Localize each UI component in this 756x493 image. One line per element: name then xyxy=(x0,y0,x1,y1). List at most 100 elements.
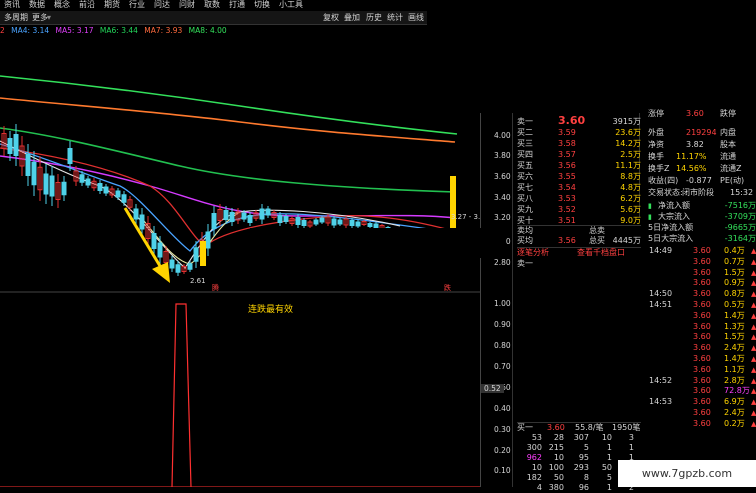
menu-item-frontier[interactable]: 前沿 xyxy=(75,0,100,10)
trade-price: 3.60 xyxy=(693,375,711,385)
menu-item-industry[interactable]: 行业 xyxy=(125,0,150,10)
volume-cell: 10 xyxy=(553,453,564,462)
volume-cell: 100 xyxy=(548,463,564,472)
trade-time: 14:52 xyxy=(649,375,673,385)
volume-cell: 96 xyxy=(578,483,589,492)
candle-body xyxy=(277,215,283,223)
depth-view-link[interactable]: 查看千档盘口 xyxy=(577,248,625,258)
candle-body xyxy=(229,212,235,222)
menu-item-concept[interactable]: 概念 xyxy=(50,0,75,10)
low-price-label: 2.61 xyxy=(190,277,206,285)
price-tick: 3.60 xyxy=(494,172,511,181)
candle-body xyxy=(313,219,319,225)
trade-row: 3.60 1.5万 ▲ xyxy=(649,268,756,278)
candle-body xyxy=(265,208,271,216)
stat-row: 收益(四) -0.877 PE(动) xyxy=(648,176,745,185)
overlay-button[interactable]: 叠加 xyxy=(344,12,360,23)
trade-price: 3.60 xyxy=(693,397,711,407)
watermark: www.7gpzb.com xyxy=(618,460,756,487)
order-totals-buy: 买均 3.56 总买 4445万 xyxy=(517,236,641,245)
trade-row: 3.60 0.7万 ▲ xyxy=(649,257,756,267)
candle-body xyxy=(151,233,157,249)
candle-body xyxy=(295,217,301,225)
indicator-signal-line xyxy=(171,303,192,487)
trade-row: 3.60 2.4万 ▲ xyxy=(649,343,756,353)
trade-volume: 1.3万 xyxy=(724,321,745,331)
volume-cell: 28 xyxy=(553,433,564,442)
menu-item-futures[interactable]: 期货 xyxy=(100,0,125,10)
ma-line-magenta xyxy=(0,155,456,219)
volume-cell: 8 xyxy=(583,473,589,482)
menu-item-tools[interactable]: 小工具 xyxy=(275,0,308,10)
stat-row: 涨停 3.60 跌停 xyxy=(648,109,736,118)
ma-legend-prefix: 2 xyxy=(0,26,5,35)
trade-time: 14:53 xyxy=(649,397,673,407)
candle-body xyxy=(319,217,325,223)
up-arrow-icon: ▲ xyxy=(751,333,756,342)
trade-volume: 1.1万 xyxy=(724,364,745,374)
ma-legend: 2 MA4: 3.14 MA5: 3.17 MA6: 3.44 MA7: 3.9… xyxy=(0,25,427,36)
more-button[interactable]: 更多 xyxy=(32,12,48,23)
trade-row: 14:53 3.60 6.9万 ▲ xyxy=(649,397,756,407)
menu-item-data[interactable]: 数据 xyxy=(25,0,50,10)
range-label: 3.27 - 3. xyxy=(451,213,480,221)
trade-volume: 0.4万 xyxy=(724,246,745,255)
stat-row: 交易状态: 闭市阶段 15:32 xyxy=(648,188,754,197)
menu-item-fetch[interactable]: 取数 xyxy=(200,0,225,10)
order-links: 逐笔分析 查看千档盘口 xyxy=(517,247,641,258)
draw-button[interactable]: 画线 xyxy=(408,12,424,23)
trade-volume: 0.2万 xyxy=(724,418,745,428)
trade-price: 3.60 xyxy=(693,418,711,428)
bottom-tag-right: 跌 xyxy=(444,283,451,292)
trade-price: 3.60 xyxy=(693,364,711,374)
volume-cell: 293 xyxy=(573,463,589,472)
up-arrow-icon: ▲ xyxy=(751,268,756,277)
volume-cell: 215 xyxy=(548,443,564,452)
trade-volume: 0.8万 xyxy=(724,289,745,299)
volume-cell: 5 xyxy=(606,473,612,482)
indicator-title: 连跌最有效 xyxy=(248,303,293,315)
up-arrow-icon: ▲ xyxy=(751,257,756,266)
chevron-down-icon[interactable]: ▾ xyxy=(47,12,51,23)
volume-cell: 962 xyxy=(526,453,542,462)
menu-item-connect[interactable]: 打通 xyxy=(225,0,250,10)
trade-row: 14:51 3.60 0.5万 ▲ xyxy=(649,300,756,310)
ma5-label: MA5: 3.17 xyxy=(55,26,94,35)
indicator-tick: 1.00 xyxy=(494,299,511,308)
trade-row: 3.60 0.9万 ▲ xyxy=(649,278,756,288)
candle-body xyxy=(187,263,193,270)
menu-item-switch[interactable]: 切换 xyxy=(250,0,275,10)
trade-volume: 0.9万 xyxy=(724,278,745,288)
flow-bar-icon: ▮ xyxy=(648,213,652,221)
order-row: 买八 3.53 6.2万 xyxy=(517,194,641,203)
menu-item-wenda[interactable]: 问达 xyxy=(150,0,175,10)
trade-volume: 0.5万 xyxy=(724,300,745,309)
trade-price: 3.60 xyxy=(693,386,711,396)
trade-price: 3.60 xyxy=(693,321,711,331)
redaction-box xyxy=(250,228,506,258)
stats-button[interactable]: 统计 xyxy=(387,12,403,23)
restore-button[interactable]: 复权 xyxy=(323,12,339,23)
candle-body xyxy=(67,148,73,164)
highlight-candle xyxy=(200,241,206,266)
up-arrow-icon: ▲ xyxy=(751,409,756,417)
trade-volume: 2.4万 xyxy=(724,343,745,353)
menu-item-wencai[interactable]: 问财 xyxy=(175,0,200,10)
analysis-link[interactable]: 逐笔分析 xyxy=(517,248,549,258)
trade-volume: 1.5万 xyxy=(724,267,745,277)
trade-row: 3.60 1.4万 ▲ xyxy=(649,354,756,364)
candle-body xyxy=(121,194,127,203)
up-arrow-icon: ▲ xyxy=(751,376,756,385)
candle-body xyxy=(133,208,139,220)
candle-body xyxy=(13,134,19,156)
candle-body xyxy=(223,210,229,220)
menu-item-news[interactable]: 资讯 xyxy=(0,0,25,10)
history-button[interactable]: 历史 xyxy=(366,12,382,23)
period-button[interactable]: 多周期 xyxy=(4,12,28,23)
candle-body xyxy=(49,175,55,197)
kline-chart[interactable]: 2.61 3.27 - 3. 腾 跌 连跌最有效 xyxy=(0,36,480,487)
candle-body xyxy=(85,178,91,186)
indicator-tick: 0.40 xyxy=(494,404,511,413)
candle-body xyxy=(355,221,361,227)
up-arrow-icon: ▲ xyxy=(751,247,756,255)
